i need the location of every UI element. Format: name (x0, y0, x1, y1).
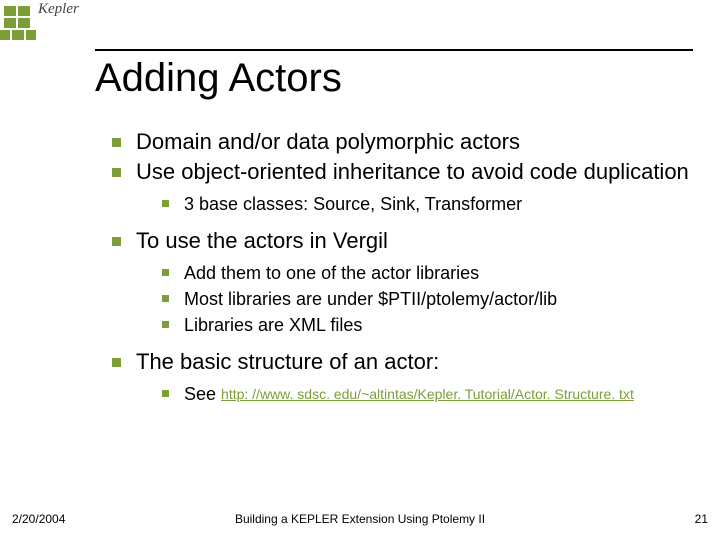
logo-text: Kepler (38, 1, 79, 18)
bullet-2: Use object-oriented inheritance to avoid… (110, 158, 700, 216)
slide-content: Domain and/or data polymorphic actors Us… (110, 128, 700, 416)
bullet-text: Most libraries are under $PTII/ptolemy/a… (184, 289, 557, 309)
bullet-1: Domain and/or data polymorphic actors (110, 128, 700, 156)
bullet-2-1: 3 base classes: Source, Sink, Transforme… (160, 192, 700, 216)
bullet-text: Use object-oriented inheritance to avoid… (136, 159, 689, 184)
logo: Kepler (0, 0, 110, 50)
bullet-3-2: Most libraries are under $PTII/ptolemy/a… (160, 287, 700, 311)
slide-title: Adding Actors (95, 56, 342, 101)
bullet-4-1: See http: //www. sdsc. edu/~altintas/Kep… (160, 382, 700, 406)
slide-number: 21 (695, 512, 708, 526)
tutorial-link[interactable]: http: //www. sdsc. edu/~altintas/Kepler.… (221, 386, 634, 402)
bullet-text: To use the actors in Vergil (136, 228, 388, 253)
bullet-3: To use the actors in Vergil Add them to … (110, 227, 700, 338)
bullet-4: The basic structure of an actor: See htt… (110, 348, 700, 406)
bullet-text: 3 base classes: Source, Sink, Transforme… (184, 194, 522, 214)
bullet-text: Libraries are XML files (184, 315, 362, 335)
bullet-text: Add them to one of the actor libraries (184, 263, 479, 283)
see-label: See (184, 384, 221, 404)
title-rule (95, 49, 693, 51)
bullet-3-1: Add them to one of the actor libraries (160, 261, 700, 285)
bullet-3-3: Libraries are XML files (160, 313, 700, 337)
bullet-text: The basic structure of an actor: (136, 349, 439, 374)
bullet-text: Domain and/or data polymorphic actors (136, 129, 520, 154)
footer-title: Building a KEPLER Extension Using Ptolem… (0, 512, 720, 526)
